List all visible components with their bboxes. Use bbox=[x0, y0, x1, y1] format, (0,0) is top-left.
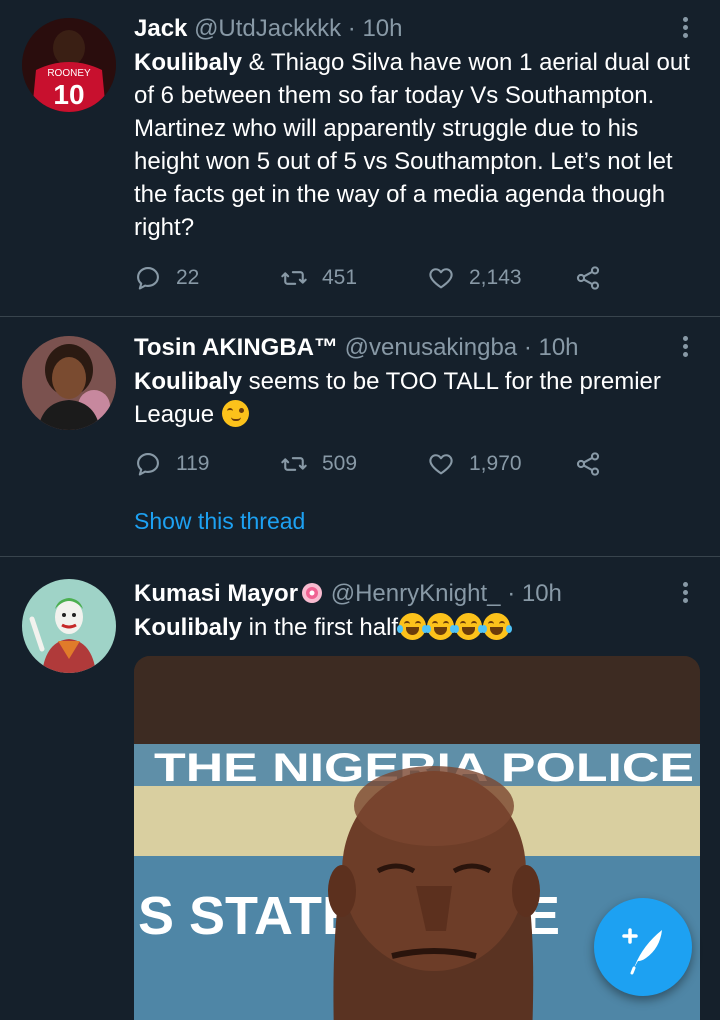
laughing-tears-emoji bbox=[481, 613, 513, 640]
heart-icon bbox=[429, 454, 453, 475]
like-button[interactable]: 1,970 bbox=[427, 450, 522, 478]
more-vertical-icon[interactable] bbox=[680, 14, 690, 48]
compose-tweet-button[interactable] bbox=[594, 898, 692, 996]
tweet-text: Koulibaly seems to be TOO TALL for the p… bbox=[134, 365, 698, 431]
laughing-tears-emoji bbox=[453, 613, 485, 640]
like-count: 2,143 bbox=[469, 266, 522, 289]
retweet-count: 451 bbox=[322, 266, 358, 289]
reply-count: 119 bbox=[176, 452, 210, 475]
svg-text:ROONEY: ROONEY bbox=[47, 68, 91, 79]
laughing-tears-emoji bbox=[425, 613, 457, 640]
avatar[interactable] bbox=[22, 336, 116, 430]
share-icon bbox=[576, 266, 600, 290]
laughing-tears-emoji bbox=[397, 613, 429, 640]
retweet-icon bbox=[281, 457, 307, 471]
reply-button[interactable]: 22 bbox=[134, 264, 199, 292]
timestamp[interactable]: · 10h bbox=[507, 580, 562, 607]
tweet[interactable]: Tosin AKINGBA™ @venusakingba · 10h Kouli… bbox=[0, 317, 720, 557]
heart-icon bbox=[429, 268, 453, 289]
svg-text:S STATE: S STATE bbox=[138, 886, 358, 946]
handle[interactable]: @venusakingba bbox=[345, 334, 517, 361]
mention-koulibaly: Koulibaly bbox=[134, 49, 243, 76]
tweet[interactable]: ROONEY 10 Jack @UtdJackkkk · 10h Kouliba… bbox=[0, 0, 720, 317]
display-name[interactable]: Jack bbox=[134, 15, 187, 42]
winking-face-emoji bbox=[221, 400, 249, 427]
retweet-button[interactable]: 509 bbox=[280, 450, 357, 478]
like-count: 1,970 bbox=[469, 452, 522, 475]
share-button[interactable] bbox=[574, 264, 616, 292]
retweet-count: 509 bbox=[322, 452, 358, 475]
reply-icon bbox=[137, 267, 159, 290]
reply-button[interactable]: 119 bbox=[134, 450, 209, 478]
tweet-text: Koulibaly & Thiago Silva have won 1 aeri… bbox=[134, 46, 698, 244]
flower-badge-icon bbox=[302, 583, 323, 603]
display-name[interactable]: Tosin AKINGBA™ bbox=[134, 334, 338, 361]
timestamp[interactable]: · 10h bbox=[348, 15, 403, 42]
tweet-header: Kumasi Mayor @HenryKnight_ · 10h bbox=[134, 579, 698, 609]
show-thread-link[interactable]: Show this thread bbox=[134, 508, 305, 535]
avatar[interactable]: ROONEY 10 bbox=[22, 18, 116, 112]
retweet-button[interactable]: 451 bbox=[280, 264, 357, 292]
svg-text:10: 10 bbox=[53, 79, 84, 110]
avatar[interactable] bbox=[22, 579, 116, 673]
timestamp[interactable]: · 10h bbox=[524, 334, 579, 361]
reply-icon bbox=[137, 453, 159, 476]
mention-koulibaly: Koulibaly bbox=[134, 614, 243, 641]
share-icon bbox=[576, 452, 600, 476]
retweet-icon bbox=[281, 271, 307, 285]
compose-tweet-icon bbox=[622, 928, 662, 975]
more-vertical-icon[interactable] bbox=[680, 333, 690, 367]
more-vertical-icon[interactable] bbox=[680, 579, 690, 613]
tweet-header: Jack @UtdJackkkk · 10h bbox=[134, 14, 698, 44]
handle[interactable]: @HenryKnight_ bbox=[331, 580, 501, 607]
like-button[interactable]: 2,143 bbox=[427, 264, 522, 292]
reply-count: 22 bbox=[176, 266, 200, 289]
mention-koulibaly: Koulibaly bbox=[134, 368, 243, 395]
share-button[interactable] bbox=[574, 450, 616, 478]
tweet-text-rest: in the first half bbox=[242, 614, 399, 641]
tweet-text-rest: & Thiago Silva have won 1 aerial dual ou… bbox=[134, 49, 690, 241]
tweet-text: Koulibaly in the first half bbox=[134, 611, 698, 644]
handle[interactable]: @UtdJackkkk bbox=[194, 15, 341, 42]
display-name[interactable]: Kumasi Mayor bbox=[134, 580, 298, 607]
tweet-header: Tosin AKINGBA™ @venusakingba · 10h bbox=[134, 333, 698, 363]
